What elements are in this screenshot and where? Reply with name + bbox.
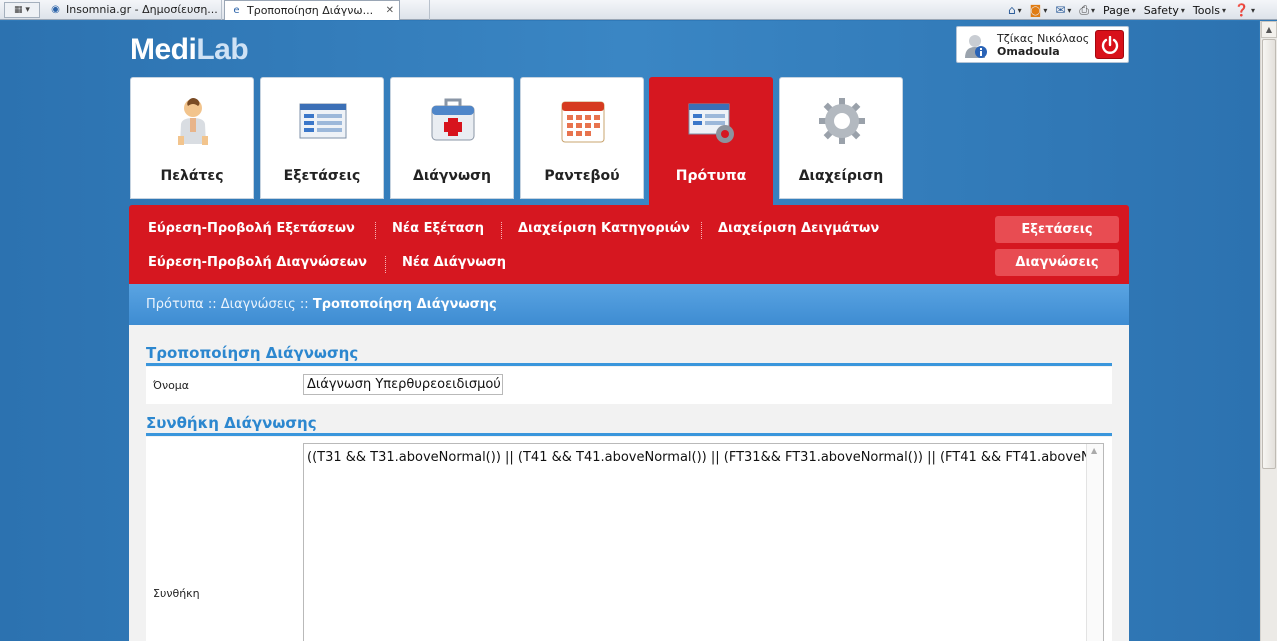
- ie-favicon-icon: e: [233, 5, 240, 16]
- nav-tile-appointments[interactable]: Ραντεβού: [520, 77, 644, 199]
- section-title-edit-diagnosis: Τροποποίηση Διάγνωσης: [146, 344, 1112, 366]
- home-button[interactable]: ⌂ ▾: [1008, 3, 1022, 17]
- submenu-new-diagnosis[interactable]: Νέα Διάγνωση: [402, 255, 506, 270]
- feeds-button[interactable]: ◙ ▾: [1030, 3, 1048, 17]
- submenu-separator: [375, 222, 376, 239]
- browser-toolbar: ▦ ▾ ◉ Insomnia.gr - Δημοσίευση... e Τροπ…: [0, 0, 1277, 20]
- breadcrumb: Πρότυπα :: Διαγνώσεις :: Τροποποίηση Διά…: [129, 284, 1129, 325]
- page-body: MediLab Τζίκας Νικόλαος Omadoula Πελάτες…: [0, 21, 1259, 641]
- scroll-up-icon: ▲: [1091, 446, 1098, 455]
- submenu: Εύρεση-Προβολή Εξετάσεων Νέα Εξέταση Δια…: [129, 205, 1129, 284]
- medkit-icon: [431, 98, 475, 141]
- quick-tabs-button[interactable]: ▦ ▾: [4, 2, 40, 18]
- nav-tile-templates[interactable]: Πρότυπα: [649, 77, 773, 205]
- submenu-separator: [385, 256, 386, 273]
- content-panel: Τροποποίηση Διάγνωσης Όνομα Διάγνωση Υπε…: [129, 325, 1129, 641]
- site-favicon-icon: ◉: [51, 4, 60, 15]
- name-input[interactable]: Διάγνωση Υπερθυρεοειδισμού: [303, 374, 503, 395]
- browser-tab-insomnia[interactable]: ◉ Insomnia.gr - Δημοσίευση...: [44, 0, 222, 20]
- help-icon: ❓: [1234, 3, 1249, 17]
- breadcrumb-separator: ::: [207, 297, 217, 312]
- breadcrumb-separator: ::: [299, 297, 309, 312]
- submenu-separator: [701, 222, 702, 239]
- condition-label: Συνθήκη: [153, 587, 200, 600]
- submenu-find-diagnoses[interactable]: Εύρεση-Προβολή Διαγνώσεων: [148, 255, 367, 270]
- submenu-new-exam[interactable]: Νέα Εξέταση: [392, 221, 484, 236]
- breadcrumb-diagnoses[interactable]: Διαγνώσεις: [221, 297, 296, 312]
- person-icon: [178, 98, 208, 145]
- scrollbar-thumb[interactable]: [1262, 39, 1276, 469]
- submenu-manage-samples[interactable]: Διαχείριση Δειγμάτων: [718, 221, 879, 236]
- new-tab-button[interactable]: [402, 0, 430, 20]
- form-row-name: Όνομα Διάγνωση Υπερθυρεοειδισμού: [146, 367, 1112, 404]
- form-row-condition: Συνθήκη ((T31 && T31.aboveNormal()) || (…: [146, 437, 1112, 641]
- submenu-separator: [501, 222, 502, 239]
- user-box: Τζίκας Νικόλαος Omadoula: [956, 26, 1129, 63]
- print-button[interactable]: ⎙ ▾: [1079, 3, 1095, 18]
- scroll-up-arrow-icon[interactable]: ▲: [1261, 21, 1277, 38]
- calendar-icon: [561, 101, 605, 143]
- help-button[interactable]: ❓ ▾: [1234, 3, 1255, 17]
- mail-icon: ✉: [1055, 3, 1066, 17]
- form-icon: [299, 103, 347, 139]
- printer-icon: ⎙: [1079, 2, 1090, 17]
- nav-tile-customers[interactable]: Πελάτες: [130, 77, 254, 199]
- submenu-manage-categories[interactable]: Διαχείριση Κατηγοριών: [518, 221, 690, 236]
- textarea-scrollbar[interactable]: ▲: [1086, 444, 1103, 641]
- submenu-find-exams[interactable]: Εύρεση-Προβολή Εξετάσεων: [148, 221, 355, 236]
- close-tab-icon[interactable]: ✕: [386, 1, 394, 20]
- gear-icon: [819, 98, 865, 144]
- safety-menu[interactable]: Safety ▾: [1144, 4, 1185, 17]
- user-info-icon: [965, 35, 987, 58]
- browser-tab-active[interactable]: e Τροποποίηση Διάγνω... ✕: [224, 0, 400, 20]
- breadcrumb-templates[interactable]: Πρότυπα: [146, 297, 204, 312]
- diagnoses-button[interactable]: Διαγνώσεις: [995, 249, 1119, 276]
- name-label: Όνομα: [153, 379, 190, 392]
- condition-textarea[interactable]: ((T31 && T31.aboveNormal()) || (T41 && T…: [303, 443, 1104, 641]
- tools-menu[interactable]: Tools ▾: [1193, 4, 1226, 17]
- command-bar: ⌂ ▾ ◙ ▾ ✉ ▾ ⎙ ▾ Page ▾ Safety ▾ Tools ▾ ❓ ▾: [1008, 0, 1255, 20]
- nav-tile-exams[interactable]: Εξετάσεις: [260, 77, 384, 199]
- breadcrumb-current: Τροποποίηση Διάγνωσης: [312, 297, 497, 312]
- page-menu[interactable]: Page ▾: [1103, 4, 1136, 17]
- medilab-logo[interactable]: MediLab: [130, 33, 249, 67]
- home-icon: ⌂: [1008, 3, 1016, 17]
- power-icon: [1101, 35, 1118, 54]
- nav-tile-diagnosis[interactable]: Διάγνωση: [390, 77, 514, 199]
- nav-tile-administration[interactable]: Διαχείριση: [779, 77, 903, 199]
- template-icon: [688, 103, 734, 143]
- logout-button[interactable]: [1095, 30, 1124, 59]
- mail-button[interactable]: ✉ ▾: [1055, 3, 1071, 17]
- section-title-condition: Συνθήκη Διάγνωσης: [146, 414, 1112, 436]
- exams-button[interactable]: Εξετάσεις: [995, 216, 1119, 243]
- rss-icon: ◙: [1029, 3, 1042, 17]
- page-scrollbar[interactable]: ▲: [1260, 21, 1277, 641]
